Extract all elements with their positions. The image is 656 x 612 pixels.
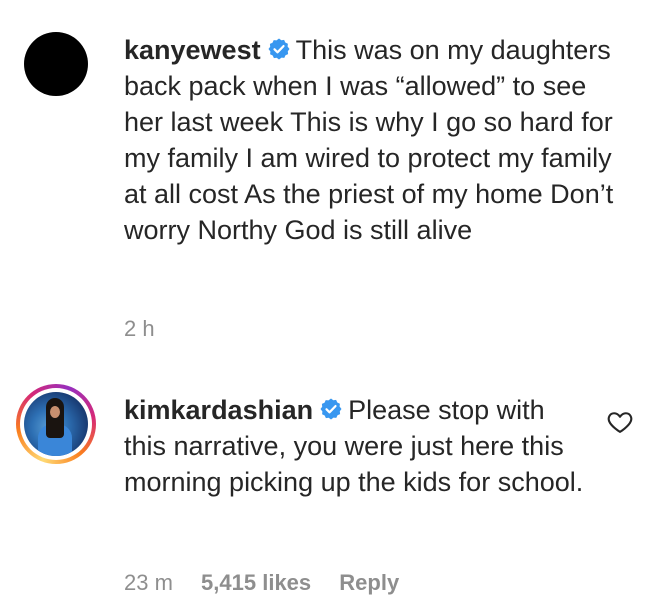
heart-icon[interactable] <box>606 408 634 436</box>
comment-text: This was on my daughters back pack when … <box>124 35 614 245</box>
reply-button[interactable]: Reply <box>339 570 399 595</box>
comment-username[interactable]: kanyewest <box>124 35 261 65</box>
avatar-figure-face <box>50 406 60 418</box>
likes-count[interactable]: 5,415 likes <box>201 570 311 595</box>
avatar-photo <box>24 392 88 456</box>
avatar-figure-hair <box>46 398 64 438</box>
comment-item: kimkardashian Please stop with this narr… <box>0 370 656 612</box>
avatar[interactable] <box>24 32 88 96</box>
comment-time[interactable]: 23 m <box>124 570 173 595</box>
comment-meta: 2 h <box>124 316 177 342</box>
avatar[interactable] <box>16 384 96 464</box>
verified-badge-icon <box>320 398 342 420</box>
verified-badge-icon <box>268 38 290 60</box>
comment-body: kanyewest This was on my daughters back … <box>124 32 624 248</box>
comment-item: kanyewest This was on my daughters back … <box>0 0 656 360</box>
comment-username[interactable]: kimkardashian <box>124 395 313 425</box>
comment-time[interactable]: 2 h <box>124 316 155 341</box>
comment-meta: 23 m 5,415 likes Reply <box>124 570 421 596</box>
comment-body: kimkardashian Please stop with this narr… <box>124 392 594 500</box>
